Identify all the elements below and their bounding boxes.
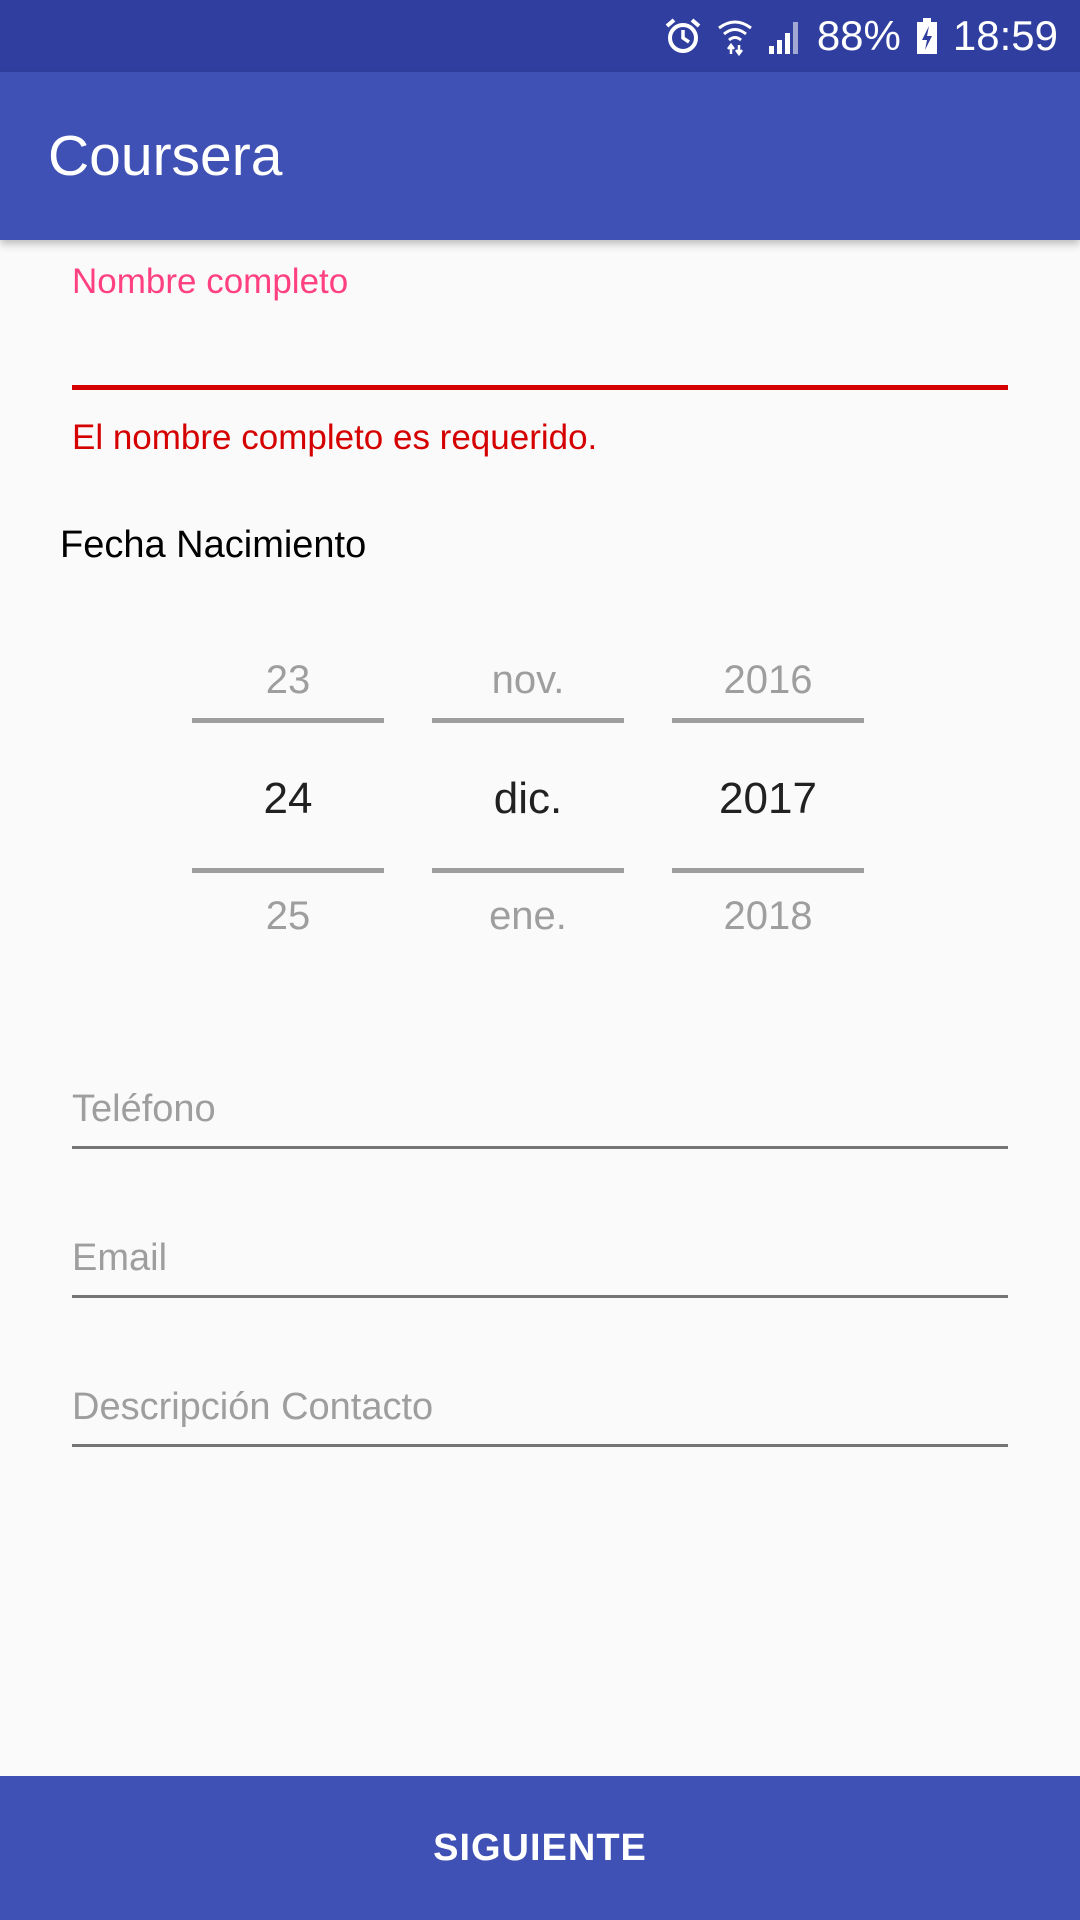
picker-divider bbox=[192, 718, 384, 723]
email-underline bbox=[72, 1295, 1008, 1298]
month-spinner[interactable]: nov. dic. ene. bbox=[432, 640, 624, 960]
battery-charging-icon bbox=[915, 16, 939, 56]
signal-icon bbox=[767, 16, 803, 56]
wifi-icon bbox=[717, 16, 753, 56]
phone-field bbox=[72, 1072, 1008, 1152]
day-prev[interactable]: 23 bbox=[192, 658, 384, 703]
picker-divider bbox=[672, 718, 864, 723]
status-icons: 88% 18:59 bbox=[663, 0, 1058, 72]
year-current[interactable]: 2017 bbox=[672, 774, 864, 824]
birth-date-label: Fecha Nacimiento bbox=[60, 524, 367, 566]
clock: 18:59 bbox=[952, 12, 1058, 59]
full-name-underline bbox=[72, 385, 1008, 390]
app-bar: Coursera bbox=[0, 72, 1080, 240]
alarm-icon bbox=[663, 16, 703, 56]
day-next[interactable]: 25 bbox=[192, 894, 384, 939]
picker-divider bbox=[192, 868, 384, 873]
day-current[interactable]: 24 bbox=[192, 774, 384, 824]
picker-divider bbox=[432, 718, 624, 723]
year-next[interactable]: 2018 bbox=[672, 894, 864, 939]
app-title: Coursera bbox=[48, 124, 283, 188]
status-bar: 88% 18:59 bbox=[0, 0, 1080, 72]
year-prev[interactable]: 2016 bbox=[672, 658, 864, 703]
phone-underline bbox=[72, 1146, 1008, 1149]
full-name-error: El nombre completo es requerido. bbox=[72, 418, 598, 457]
picker-divider bbox=[672, 868, 864, 873]
email-input[interactable] bbox=[72, 1221, 1008, 1295]
battery-text: 88% bbox=[816, 12, 901, 59]
phone-input[interactable] bbox=[72, 1072, 1008, 1146]
month-next[interactable]: ene. bbox=[432, 894, 624, 939]
full-name-input[interactable] bbox=[72, 320, 1008, 380]
month-prev[interactable]: nov. bbox=[432, 658, 624, 703]
birth-date-picker: 23 24 25 nov. dic. ene. 2016 2017 2018 bbox=[0, 640, 1080, 960]
picker-divider bbox=[432, 868, 624, 873]
email-field bbox=[72, 1221, 1008, 1301]
year-spinner[interactable]: 2016 2017 2018 bbox=[672, 640, 864, 960]
next-button[interactable]: SIGUIENTE bbox=[0, 1776, 1080, 1920]
full-name-label: Nombre completo bbox=[72, 262, 349, 301]
day-spinner[interactable]: 23 24 25 bbox=[192, 640, 384, 960]
month-current[interactable]: dic. bbox=[432, 774, 624, 824]
description-underline bbox=[72, 1444, 1008, 1447]
description-input[interactable] bbox=[72, 1370, 1008, 1444]
description-field bbox=[72, 1370, 1008, 1450]
